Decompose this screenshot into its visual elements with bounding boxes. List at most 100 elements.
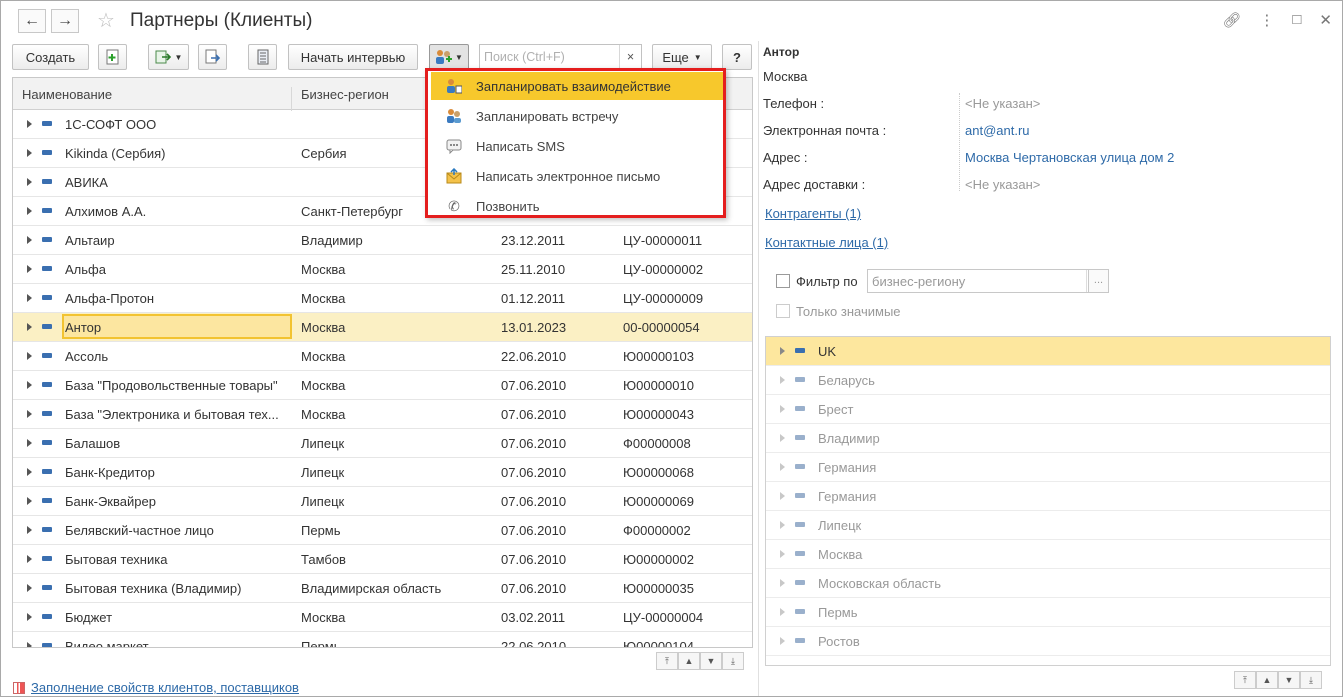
contractors-link[interactable]: Контрагенты (1) xyxy=(765,206,861,221)
scroll-bottom-button[interactable]: ⤓ xyxy=(1300,671,1322,689)
table-row[interactable]: Бытовая техника Тамбов 07.06.2010 Ю00000002 xyxy=(13,545,752,574)
expand-icon[interactable] xyxy=(27,207,32,215)
table-row[interactable]: База "Электроника и бытовая тех... Москва… xyxy=(13,400,752,429)
expand-icon[interactable] xyxy=(27,526,32,534)
email-value[interactable]: ant@ant.ru xyxy=(965,123,1030,138)
filter-checkbox[interactable] xyxy=(776,274,790,288)
expand-icon[interactable] xyxy=(27,178,32,186)
table-row[interactable]: Альтаир Владимир 23.12.2011 ЦУ-00000011 xyxy=(13,226,752,255)
table-row[interactable]: Антор Москва 13.01.2023 00-00000054 xyxy=(13,313,752,342)
forward-button[interactable]: → xyxy=(51,9,79,33)
expand-icon[interactable] xyxy=(27,497,32,505)
back-button[interactable]: ← xyxy=(18,9,46,33)
expand-icon[interactable] xyxy=(27,323,32,331)
table-row[interactable]: Балашов Липецк 07.06.2010 Ф00000008 xyxy=(13,429,752,458)
expand-icon[interactable] xyxy=(27,468,32,476)
create-based-on-button[interactable]: ▼ xyxy=(148,44,189,70)
scroll-top-button[interactable]: ⤒ xyxy=(1234,671,1256,689)
interactions-menu-button[interactable]: ▼ xyxy=(429,44,469,70)
menu-item-plan-interaction[interactable]: Запланировать взаимодействие xyxy=(431,72,723,100)
region-row[interactable]: Москва xyxy=(766,540,1330,569)
expand-icon[interactable] xyxy=(27,149,32,157)
expand-icon[interactable] xyxy=(27,613,32,621)
expand-icon[interactable] xyxy=(27,642,32,647)
expand-icon[interactable] xyxy=(780,492,785,500)
expand-icon[interactable] xyxy=(27,236,32,244)
expand-icon[interactable] xyxy=(780,550,785,558)
start-interview-button[interactable]: Начать интервью xyxy=(288,44,418,70)
region-row[interactable]: Липецк xyxy=(766,511,1330,540)
expand-icon[interactable] xyxy=(780,347,785,355)
expand-icon[interactable] xyxy=(27,584,32,592)
search-input[interactable]: Поиск (Ctrl+F) xyxy=(484,50,565,64)
expand-icon[interactable] xyxy=(780,521,785,529)
expand-icon[interactable] xyxy=(27,410,32,418)
scroll-up-button[interactable]: ▲ xyxy=(1256,671,1278,689)
region-row[interactable]: Владимир xyxy=(766,424,1330,453)
table-row[interactable]: Бюджет Москва 03.02.2011 ЦУ-00000004 xyxy=(13,603,752,632)
region-row[interactable]: Московская область xyxy=(766,569,1330,598)
expand-icon[interactable] xyxy=(780,637,785,645)
star-icon[interactable]: ☆ xyxy=(97,8,115,33)
expand-icon[interactable] xyxy=(27,381,32,389)
region-row[interactable]: Пермь xyxy=(766,598,1330,627)
copy-button[interactable] xyxy=(98,44,127,70)
expand-icon[interactable] xyxy=(780,434,785,442)
expand-icon[interactable] xyxy=(780,405,785,413)
significant-checkbox[interactable] xyxy=(776,304,790,318)
scroll-bottom-button[interactable]: ⤓ xyxy=(722,652,744,670)
table-row[interactable]: Банк-Эквайрер Липецк 07.06.2010 Ю00000069 xyxy=(13,487,752,516)
menu-item-write-sms[interactable]: Написать SMS xyxy=(431,132,723,160)
search-field[interactable]: Поиск (Ctrl+F) × xyxy=(479,44,642,70)
table-row[interactable]: Альфа-Протон Москва 01.12.2011 ЦУ-00000009 xyxy=(13,284,752,313)
expand-icon[interactable] xyxy=(27,120,32,128)
scroll-down-button[interactable]: ▼ xyxy=(700,652,722,670)
close-icon[interactable]: ✕ xyxy=(1319,11,1332,29)
scroll-top-button[interactable]: ⤒ xyxy=(656,652,678,670)
table-row[interactable]: База "Продовольственные товары" Москва 07.… xyxy=(13,371,752,400)
menu-item-write-email[interactable]: Написать электронное письмо xyxy=(431,162,723,190)
menu-item-plan-meeting[interactable]: Запланировать встречу xyxy=(431,102,723,130)
expand-icon[interactable] xyxy=(27,439,32,447)
expand-icon[interactable] xyxy=(27,294,32,302)
scroll-up-button[interactable]: ▲ xyxy=(678,652,700,670)
contacts-link[interactable]: Контактные лица (1) xyxy=(765,235,888,250)
more-button[interactable]: Еще ▼ xyxy=(652,44,712,70)
table-row[interactable]: Бытовая техника (Владимир) Владимирская о… xyxy=(13,574,752,603)
create-button[interactable]: Создать xyxy=(12,44,89,70)
search-clear-icon[interactable]: × xyxy=(619,45,641,69)
table-row[interactable]: Банк-Кредитор Липецк 07.06.2010 Ю00000068 xyxy=(13,458,752,487)
expand-icon[interactable] xyxy=(27,352,32,360)
expand-icon[interactable] xyxy=(27,265,32,273)
fill-properties-link[interactable]: Заполнение свойств клиентов, поставщиков xyxy=(31,680,299,695)
region-row[interactable]: Санкт-Петербург xyxy=(766,656,1330,665)
address-value[interactable]: Москва Чертановская улица дом 2 xyxy=(965,150,1174,165)
menu-item-call[interactable]: ✆ Позвонить xyxy=(431,192,723,220)
expand-icon[interactable] xyxy=(780,463,785,471)
expand-icon[interactable] xyxy=(780,608,785,616)
column-header-region[interactable]: Бизнес-регион xyxy=(301,87,389,102)
region-row[interactable]: Германия xyxy=(766,453,1330,482)
filter-combo[interactable]: бизнес-региону ▼ xyxy=(867,269,1107,293)
region-row[interactable]: Брест xyxy=(766,395,1330,424)
expand-icon[interactable] xyxy=(780,579,785,587)
list-settings-button[interactable] xyxy=(248,44,277,70)
more-vertical-icon[interactable]: ⋮ xyxy=(1259,11,1274,29)
table-row[interactable]: Видео маркет Пермь 22.06.2010 Ю00000104 xyxy=(13,632,752,647)
region-row[interactable]: Ростов xyxy=(766,627,1330,656)
region-row[interactable]: Беларусь xyxy=(766,366,1330,395)
region-row[interactable]: UK xyxy=(766,337,1330,366)
column-header-name[interactable]: Наименование xyxy=(22,87,112,102)
expand-icon[interactable] xyxy=(27,555,32,563)
filter-select-button[interactable]: ... xyxy=(1088,269,1109,293)
help-button[interactable]: ? xyxy=(722,44,752,70)
expand-icon[interactable] xyxy=(780,376,785,384)
maximize-icon[interactable]: □ xyxy=(1292,11,1301,29)
table-row[interactable]: Альфа Москва 25.11.2010 ЦУ-00000002 xyxy=(13,255,752,284)
table-row[interactable]: Белявский-частное лицо Пермь 07.06.2010 Ф00… xyxy=(13,516,752,545)
link-icon[interactable]: 🔗︎ xyxy=(1222,11,1241,29)
scroll-down-button[interactable]: ▼ xyxy=(1278,671,1300,689)
table-row[interactable]: Ассоль Москва 22.06.2010 Ю00000103 xyxy=(13,342,752,371)
report-button[interactable] xyxy=(198,44,227,70)
region-row[interactable]: Германия xyxy=(766,482,1330,511)
